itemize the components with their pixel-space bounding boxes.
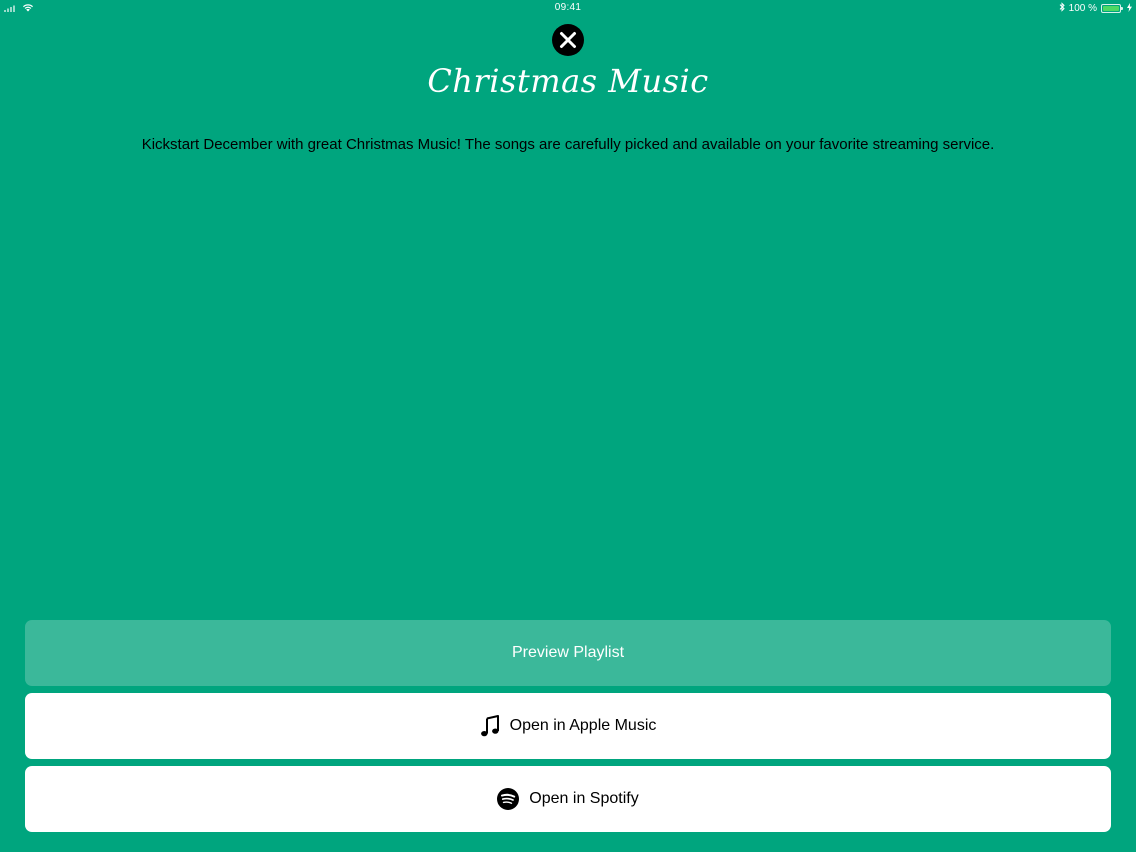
- status-time: 09:41: [554, 2, 582, 13]
- status-right: 100 %: [1059, 2, 1132, 15]
- bluetooth-icon: [1059, 2, 1065, 15]
- open-apple-music-label: Open in Apple Music: [509, 717, 657, 734]
- preview-playlist-button[interactable]: Preview Playlist: [25, 620, 1111, 686]
- open-spotify-label: Open in Spotify: [529, 790, 639, 807]
- charging-icon: [1127, 2, 1132, 15]
- close-icon: [559, 31, 577, 49]
- status-bar: 09:41 100 %: [0, 0, 1136, 18]
- spotify-icon: [497, 788, 520, 810]
- battery-icon: [1101, 4, 1123, 13]
- page-title: Christmas Music: [427, 62, 709, 100]
- open-spotify-button[interactable]: Open in Spotify: [25, 766, 1111, 832]
- page-description: Kickstart December with great Christmas …: [141, 136, 995, 153]
- open-apple-music-button[interactable]: Open in Apple Music: [25, 693, 1111, 759]
- close-button[interactable]: [552, 24, 584, 56]
- battery-fill: [1103, 6, 1119, 11]
- battery-percentage: 100 %: [1068, 3, 1097, 14]
- preview-playlist-label: Preview Playlist: [511, 644, 625, 661]
- music-note-icon: [480, 715, 500, 737]
